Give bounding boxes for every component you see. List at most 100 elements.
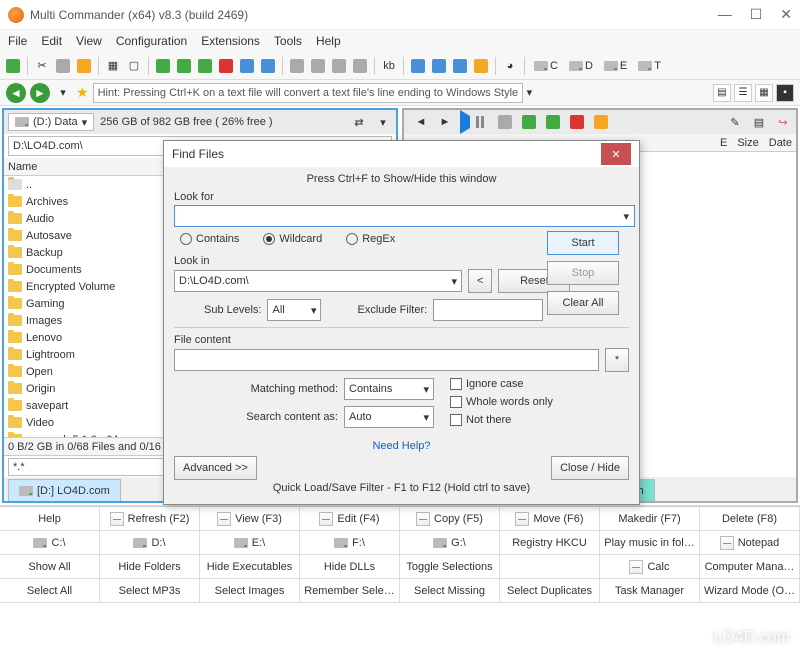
look-in-input[interactable]: D:\LO4D.com\▾ (174, 270, 462, 292)
bottom-button[interactable]: Refresh (F2) (100, 507, 200, 531)
pause-icon[interactable] (476, 116, 484, 128)
close-hide-button[interactable]: Close / Hide (551, 456, 629, 480)
dialog-close-button[interactable]: ✕ (601, 143, 631, 165)
tool-icon[interactable] (544, 113, 562, 131)
tool-icon[interactable] (309, 57, 327, 75)
bottom-button[interactable]: Computer Mana… (700, 555, 800, 579)
favorites-icon[interactable]: ★ (76, 84, 89, 101)
tool-icon[interactable] (520, 113, 538, 131)
maximize-button[interactable]: ☐ (750, 6, 763, 23)
play-icon[interactable] (460, 116, 470, 128)
menu-edit[interactable]: Edit (41, 34, 62, 48)
bottom-button[interactable]: Play music in fol… (600, 531, 700, 555)
redo-icon[interactable]: ↪ (774, 113, 792, 131)
tool-icon[interactable] (330, 57, 348, 75)
stop-button[interactable]: Stop (547, 261, 619, 285)
search-content-as-select[interactable]: Auto▾ (344, 406, 434, 428)
bottom-button[interactable] (500, 555, 600, 579)
tool-icon[interactable] (472, 57, 490, 75)
look-for-input[interactable] (174, 205, 635, 227)
bottom-button[interactable]: F:\ (300, 531, 400, 555)
column-date[interactable]: Date (769, 137, 792, 149)
close-button[interactable]: ✕ (780, 6, 792, 23)
drive-t[interactable]: T (634, 60, 665, 72)
hint-dropdown-icon[interactable]: ▾ (527, 86, 533, 99)
nav-back-icon[interactable]: ◄ (6, 83, 26, 103)
tool-icon[interactable] (409, 57, 427, 75)
drive-e[interactable]: E (600, 60, 631, 72)
bottom-button[interactable]: Delete (F8) (700, 507, 800, 531)
bottom-button[interactable]: Select Duplicates (500, 579, 600, 603)
bottom-button[interactable]: E:\ (200, 531, 300, 555)
bottom-button[interactable]: Show All (0, 555, 100, 579)
exclude-filter-input[interactable] (433, 299, 543, 321)
panel-icon[interactable]: ▤ (713, 84, 731, 102)
bottom-button[interactable]: Move (F6) (500, 507, 600, 531)
whole-words-checkbox[interactable]: Whole words only (450, 396, 553, 408)
brush-icon[interactable]: ✎ (726, 113, 744, 131)
clear-all-button[interactable]: Clear All (547, 291, 619, 315)
hint-field[interactable] (93, 83, 523, 103)
bottom-button[interactable]: Edit (F4) (300, 507, 400, 531)
menu-view[interactable]: View (76, 34, 102, 48)
menu-tools[interactable]: Tools (274, 34, 302, 48)
tool-icon[interactable] (175, 57, 193, 75)
radio-regex[interactable]: RegEx (346, 233, 395, 245)
tool-icon[interactable] (496, 113, 514, 131)
tool-icon[interactable] (196, 57, 214, 75)
menu-help[interactable]: Help (316, 34, 341, 48)
bottom-button[interactable]: Hide Folders (100, 555, 200, 579)
swap-panels-icon[interactable]: ⇄ (350, 113, 368, 131)
bottom-button[interactable]: Remember Sele… (300, 579, 400, 603)
tool-icon[interactable] (217, 57, 235, 75)
paste-icon[interactable] (75, 57, 93, 75)
bottom-button[interactable]: Calc (600, 555, 700, 579)
tool-icon[interactable] (351, 57, 369, 75)
drive-d[interactable]: D (565, 60, 597, 72)
tool-icon[interactable] (451, 57, 469, 75)
column-size[interactable]: Size (737, 137, 758, 149)
tool-icon[interactable] (568, 113, 586, 131)
bottom-button[interactable]: Notepad (700, 531, 800, 555)
drive-c[interactable]: C (530, 60, 562, 72)
tool-icon[interactable] (430, 57, 448, 75)
bottom-button[interactable]: Task Manager (600, 579, 700, 603)
select-all-icon[interactable]: ▦ (104, 57, 122, 75)
nav-forward-icon[interactable]: ► (30, 83, 50, 103)
page-icon[interactable]: ▤ (750, 113, 768, 131)
copy-icon[interactable] (54, 57, 72, 75)
panel-icon[interactable]: ☰ (734, 84, 752, 102)
need-help-link[interactable]: Need Help? (174, 440, 629, 452)
history-icon[interactable]: ▾ (54, 84, 72, 102)
radio-contains[interactable]: Contains (180, 233, 239, 245)
bottom-button[interactable]: Hide DLLs (300, 555, 400, 579)
bottom-button[interactable]: Wizard Mode (O… (700, 579, 800, 603)
bottom-button[interactable]: Select Images (200, 579, 300, 603)
panel-menu-icon[interactable]: ▾ (374, 113, 392, 131)
cut-icon[interactable]: ✂ (33, 57, 51, 75)
menu-file[interactable]: File (8, 34, 27, 48)
menu-extensions[interactable]: Extensions (201, 34, 260, 48)
advanced-button[interactable]: Advanced >> (174, 456, 257, 480)
bottom-button[interactable]: G:\ (400, 531, 500, 555)
menu-configuration[interactable]: Configuration (116, 34, 187, 48)
color-wheel-icon[interactable]: ◕ (501, 57, 519, 75)
reload-icon[interactable] (4, 57, 22, 75)
drive-selector[interactable]: (D:) Data ▾ (8, 113, 94, 131)
ignore-case-checkbox[interactable]: Ignore case (450, 378, 553, 390)
panel-icon[interactable]: ▪ (776, 84, 794, 102)
radio-wildcard[interactable]: Wildcard (263, 233, 322, 245)
bottom-button[interactable]: Registry HKCU (500, 531, 600, 555)
path-up-button[interactable]: < (468, 269, 492, 293)
dialog-titlebar[interactable]: Find Files ✕ (164, 141, 639, 167)
bottom-button[interactable]: C:\ (0, 531, 100, 555)
bottom-button[interactable]: Select All (0, 579, 100, 603)
minimize-button[interactable]: — (718, 6, 732, 23)
dropdown-icon[interactable]: ▾ (623, 210, 629, 223)
bottom-button[interactable]: Help (0, 507, 100, 531)
tab-lo4d[interactable]: [D:] LO4D.com (8, 479, 121, 501)
tool-icon[interactable] (259, 57, 277, 75)
not-there-checkbox[interactable]: Not there (450, 414, 553, 426)
bottom-button[interactable]: View (F3) (200, 507, 300, 531)
kb-icon[interactable]: kb (380, 57, 398, 75)
